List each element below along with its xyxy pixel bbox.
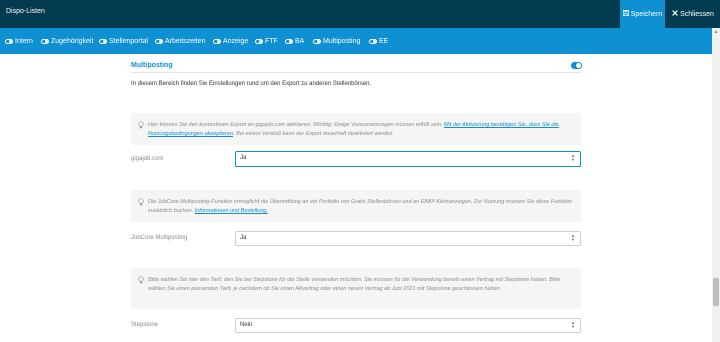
tab-intern[interactable]: Intern bbox=[5, 28, 33, 54]
close-button[interactable]: Schliessen bbox=[666, 0, 720, 28]
tab-label: EE bbox=[379, 37, 389, 45]
stepstone-hint-text: Bitte wählen Sie hier den Tarif, den Sie… bbox=[148, 277, 561, 292]
stepstone-hint: Bitte wählen Sie hier den Tarif, den Sie… bbox=[131, 268, 581, 309]
section-title: Multiposting bbox=[131, 62, 173, 69]
jobcore-label: JobCore Multiposting bbox=[131, 235, 188, 241]
vertical-scrollbar[interactable]: ▲ bbox=[712, 28, 720, 342]
tab-anzeige[interactable]: Anzeige bbox=[213, 28, 248, 54]
tab-ee[interactable]: EE bbox=[369, 28, 388, 54]
toggle-on-icon bbox=[255, 38, 263, 44]
lightbulb-icon bbox=[138, 276, 144, 284]
close-button-label: Schliessen bbox=[680, 10, 714, 18]
gigajob-label: gigajob.com bbox=[131, 156, 164, 162]
chevron-up-down-icon: ▲ ▼ bbox=[571, 153, 575, 162]
toggle-on-icon bbox=[5, 38, 13, 44]
chevron-up-down-icon: ▲ ▼ bbox=[571, 233, 575, 242]
toggle-on-icon bbox=[99, 38, 107, 44]
tab-ba[interactable]: BA bbox=[285, 28, 304, 54]
floppy-disk-icon bbox=[622, 9, 629, 18]
jobcore-info-link[interactable]: Informationen und Bestellung. bbox=[195, 208, 268, 214]
chevron-up-down-icon: ▲ ▼ bbox=[571, 320, 575, 329]
toggle-on-icon bbox=[369, 38, 377, 44]
save-button-label: Speichern bbox=[630, 10, 663, 18]
tab-stellenportal[interactable]: Stellenportal bbox=[99, 28, 148, 54]
toggle-on-icon bbox=[313, 38, 321, 44]
jobcore-select[interactable]: Ja ▲ ▼ bbox=[235, 231, 581, 246]
window-titlebar: Dispo-Listen bbox=[0, 0, 720, 28]
scrollbar-thumb[interactable] bbox=[713, 278, 719, 306]
lightbulb-icon bbox=[138, 198, 144, 206]
section-divider bbox=[131, 72, 581, 73]
close-icon bbox=[672, 10, 678, 18]
tab-label: Intern bbox=[15, 37, 33, 45]
window-title: Dispo-Listen bbox=[6, 8, 45, 15]
tab-label: Stellenportal bbox=[109, 37, 148, 45]
tab-ftf[interactable]: FTF bbox=[255, 28, 278, 54]
jobcore-hint-text: Die JobCore Multiposting-Funktion ermögl… bbox=[148, 198, 573, 216]
tab-multiposting[interactable]: Multiposting bbox=[313, 28, 360, 54]
save-button[interactable]: Speichern bbox=[620, 0, 665, 28]
section-intro: In diesem Bereich finden Sie Einstellung… bbox=[131, 81, 372, 87]
toggle-on-icon bbox=[285, 38, 293, 44]
tab-label: Multiposting bbox=[323, 37, 361, 45]
tab-label: Anzeige bbox=[223, 37, 249, 45]
gigajob-hint: Hier können Sie den kostenlosen Export a… bbox=[131, 113, 581, 145]
stepstone-label: Stepstone bbox=[131, 322, 159, 328]
jobcore-select-value: Ja bbox=[240, 235, 247, 241]
tab-label: Arbeitszeiten bbox=[165, 37, 206, 45]
tab-label: Zugehörigkeit bbox=[51, 37, 94, 45]
tab-bar: Intern Zugehörigkeit Stellenportal Arbei… bbox=[0, 28, 712, 54]
tab-label: BA bbox=[295, 37, 305, 45]
toggle-on-icon bbox=[213, 38, 221, 44]
tab-arbeitszeiten[interactable]: Arbeitszeiten bbox=[155, 28, 205, 54]
scroll-up-icon[interactable]: ▲ bbox=[712, 28, 720, 36]
section-toggle[interactable] bbox=[571, 62, 582, 69]
tab-label: FTF bbox=[265, 37, 278, 45]
hint-text-part: Hier können Sie den kostenlosen Export a… bbox=[148, 122, 444, 128]
stepstone-select[interactable]: Nein ▲ ▼ bbox=[235, 318, 581, 333]
toggle-on-icon bbox=[41, 38, 49, 44]
gigajob-hint-text: Hier können Sie den kostenlosen Export a… bbox=[148, 121, 573, 139]
toggle-on-icon bbox=[155, 38, 163, 44]
jobcore-hint: Die JobCore Multiposting-Funktion ermögl… bbox=[131, 190, 581, 222]
hint-text-part: , Bei einem Verstoß kann der Export daue… bbox=[233, 131, 394, 137]
gigajob-select-value: Ja bbox=[240, 155, 247, 161]
gigajob-select[interactable]: Ja ▲ ▼ bbox=[235, 151, 581, 167]
lightbulb-icon bbox=[138, 121, 144, 129]
tab-zugehoerigkeit[interactable]: Zugehörigkeit bbox=[41, 28, 93, 54]
stepstone-select-value: Nein bbox=[240, 322, 253, 328]
